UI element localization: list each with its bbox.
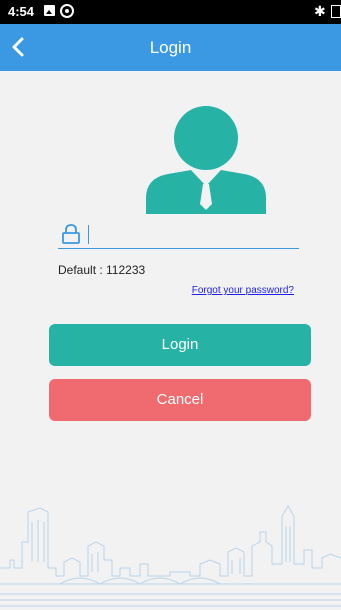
password-input[interactable] xyxy=(86,222,291,246)
cancel-button[interactable]: Cancel xyxy=(49,379,311,421)
page-title: Login xyxy=(149,38,192,57)
default-password-hint: Default : 112233 xyxy=(58,263,146,277)
city-skyline-illustration xyxy=(0,505,341,607)
status-time: 4:54 xyxy=(8,4,35,19)
bluetooth-icon: ✱ xyxy=(314,3,326,19)
forgot-password-link[interactable]: Forgot your password? xyxy=(192,285,294,296)
image-icon xyxy=(44,5,55,16)
login-button[interactable]: Login xyxy=(49,324,311,366)
sync-icon xyxy=(60,4,74,18)
text-caret xyxy=(88,225,89,244)
password-field[interactable] xyxy=(58,222,299,249)
lock-icon xyxy=(62,224,80,244)
battery-icon xyxy=(331,5,341,18)
user-avatar-icon xyxy=(146,106,266,214)
app-bar: Login xyxy=(0,24,341,71)
status-bar: 4:54 ✱ xyxy=(0,0,341,24)
